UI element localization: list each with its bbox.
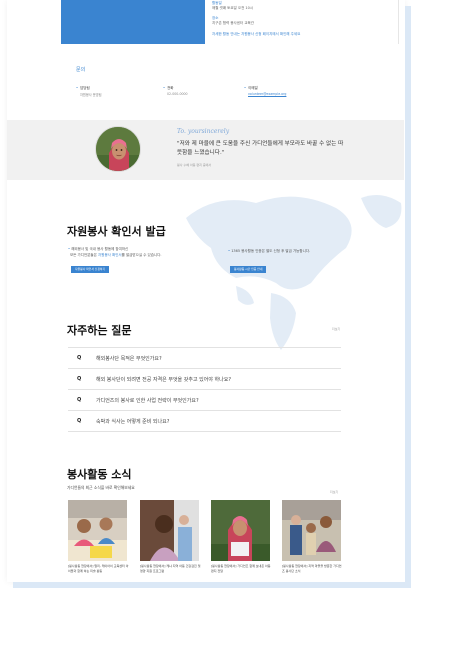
news-more-link[interactable]: 더보기 [330,490,338,494]
contact-title: 문의 [76,67,86,73]
faq-q-mark: Q [77,355,82,361]
faq-q-mark: Q [77,376,82,382]
faq-item[interactable]: Q 숙박과 식사는 어떻게 준비 되나요? [68,410,341,431]
news-thumbnail[interactable] [140,500,199,561]
faq-item[interactable]: Q 가디언즈의 봉사로 인한 사업 전략이 무엇인가요? [68,389,341,410]
news-caption[interactable]: [봉사활동 현장에서] 가디언즈 함께 보내온 아동 편지 전달 [211,564,273,573]
faq-q-mark: Q [77,397,82,403]
contact-team-label: 담당팀 [76,86,90,91]
child-portrait-image [96,127,140,171]
certificate-1365-button[interactable]: 봉사활동 시간 인증 안내 [230,266,267,273]
news-caption[interactable]: [봉사활동 현장에서] 말리, 케이아이 교육센터 아이들과 함께 하는 미술 … [68,564,130,573]
news-photo-children-drawing [68,500,127,561]
testimonial-signature: To. yoursincerely [177,128,230,135]
contact-phone-value: 02-000-0000 [167,92,188,96]
certificate-apply-button[interactable]: 자원봉사 확인서 신청하기 [71,266,110,273]
testimonial-source: 봉사 수혜 아동 편지 중에서 [177,163,212,167]
news-photo-health-check [140,500,199,561]
news-photo-village-visit [282,500,341,561]
certificate-desc-2: 모든 가디언분들은 자원봉사 확인서를 발급받으실 수 있습니다. [70,253,162,257]
contact-team-value: 자원봉사 운영팀 [80,93,102,97]
news-thumbnail[interactable] [282,500,341,561]
activity-place-text: 지구촌 협력 봉사센터 교육관 [212,21,254,25]
news-title: 봉사활동 소식 [67,468,132,481]
faq-question: 숙박과 식사는 어떻게 준비 되나요? [96,419,170,425]
certificate-1365-desc: • 1365 봉사활동 인증은 별도 신청 후 발급 가능합니다. [228,249,311,253]
contact-email-label: 이메일 [244,86,258,91]
faq-question: 해외 봉사단이 되려면 전공 자격은 무엇을 갖추고 있어야 하나요? [96,377,231,383]
contact-email-link[interactable]: volunteer@example.org [248,92,286,96]
news-thumbnail[interactable] [68,500,127,561]
activity-day-text: 매월 셋째 토요일 오전 10시 [212,6,254,10]
faq-divider [68,431,341,432]
news-caption[interactable]: [봉사활동 현장에서] 케냐 지역 아동 건강검진 및 영양 지원 프로그램 [140,564,202,573]
faq-item[interactable]: Q 해외 봉사단이 되려면 전공 자격은 무엇을 갖추고 있어야 하나요? [68,368,341,389]
news-caption[interactable]: [봉사활동 현장에서] 지역 마을을 방문한 가디언즈 봉사단 소식 [282,564,344,573]
faq-question: 해외봉사단 목적은 무엇인가요? [96,356,162,362]
testimonial-quote: "저와 제 마을에 큰 도움을 주신 가디언들에게 부모라도 바꿀 수 없는 따… [177,141,344,156]
activity-info-card: 활동일 매월 셋째 토요일 오전 10시 장소 지구촌 협력 봉사센터 교육관 … [205,0,399,44]
news-subtitle: 가디언들의 최근 소식을 바로 확인해보세요 [67,485,135,490]
faq-item[interactable]: Q 해외봉사단 목적은 무엇인가요? [68,347,341,368]
activity-more-link[interactable]: 자세한 활동 안내는 자원봉사 신청 페이지에서 확인해 주세요 [212,32,300,37]
faq-more-link[interactable]: 더보기 [332,327,340,331]
news-photo-letter [211,500,270,561]
testimonial-avatar [95,126,141,172]
certificate-title: 자원봉사 확인서 발급 [67,225,166,238]
contact-phone-label: 전화 [163,86,173,91]
news-thumbnail[interactable] [211,500,270,561]
hero-blue-panel [61,0,205,44]
faq-question: 가디언즈의 봉사로 인한 사업 전략이 무엇인가요? [96,398,199,404]
world-map-background [186,194,402,350]
faq-title: 자주하는 질문 [67,324,132,337]
faq-q-mark: Q [77,418,82,424]
